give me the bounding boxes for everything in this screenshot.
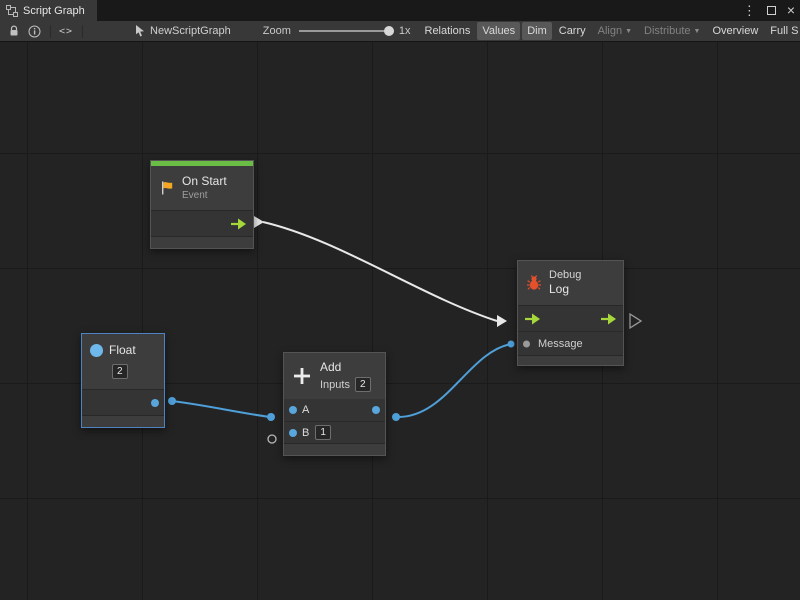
message-input-port[interactable] xyxy=(523,340,530,347)
menu-icon[interactable]: ⋮ xyxy=(743,0,756,21)
lock-icon[interactable] xyxy=(8,25,20,37)
port-b-label: B xyxy=(302,427,309,439)
plus-icon xyxy=(292,366,312,386)
inputs-count-field[interactable]: 2 xyxy=(355,377,371,392)
control-output-port-icon[interactable] xyxy=(230,218,247,230)
chevron-down-icon: ▼ xyxy=(694,28,701,35)
control-output-port-icon[interactable] xyxy=(600,313,617,325)
zoom-slider[interactable] xyxy=(299,25,394,37)
node-footer xyxy=(82,415,164,427)
graph-breadcrumb[interactable]: NewScriptGraph xyxy=(135,25,231,37)
zoom-label: Zoom xyxy=(263,25,291,37)
port-row-b: B 1 xyxy=(284,421,385,443)
tab-title: Script Graph xyxy=(23,5,85,17)
script-graph-icon xyxy=(6,5,18,17)
node-title: Add xyxy=(320,360,371,375)
port-a-label: A xyxy=(302,404,309,416)
node-footer xyxy=(284,443,385,455)
zoom-slider-handle[interactable] xyxy=(384,26,394,36)
node-title: Float xyxy=(109,343,136,358)
node-title: On Start xyxy=(182,174,227,189)
values-button[interactable]: Values xyxy=(477,22,520,40)
dim-button[interactable]: Dim xyxy=(522,22,552,40)
toolbar-divider xyxy=(82,25,83,38)
overview-button[interactable]: Overview xyxy=(707,22,763,40)
close-icon[interactable]: × xyxy=(787,0,795,21)
tab-bar: Script Graph ⋮ × xyxy=(0,0,800,21)
zoom-value: 1x xyxy=(399,25,411,37)
node-float[interactable]: Float 2 xyxy=(81,333,165,428)
distribute-label: Distribute xyxy=(644,25,690,37)
distribute-button[interactable]: Distribute ▼ xyxy=(639,22,705,40)
node-subtitle: Event xyxy=(182,189,227,202)
add-output-port[interactable] xyxy=(372,406,380,414)
flag-icon xyxy=(159,180,175,196)
float-output-port[interactable] xyxy=(151,399,159,407)
message-port-row: Message xyxy=(518,331,623,355)
align-button[interactable]: Align▼ xyxy=(593,22,637,40)
graph-canvas[interactable] xyxy=(0,42,800,600)
cursor-icon xyxy=(135,25,145,37)
code-icon[interactable]: <> xyxy=(59,26,73,37)
input-port-a[interactable] xyxy=(289,406,297,414)
inputs-label: Inputs xyxy=(320,379,350,391)
chevron-down-icon: ▼ xyxy=(625,28,632,35)
bug-icon xyxy=(526,275,542,291)
window-controls: ⋮ × xyxy=(743,0,795,21)
tab-script-graph[interactable]: Script Graph xyxy=(0,0,97,21)
float-icon xyxy=(90,344,103,357)
float-value-field[interactable]: 2 xyxy=(112,364,128,379)
node-footer xyxy=(518,355,623,365)
node-add[interactable]: Add Inputs 2 A B 1 xyxy=(283,352,386,456)
input-port-b[interactable] xyxy=(289,429,297,437)
graph-toolbar: <> NewScriptGraph Zoom 1x Relations Valu… xyxy=(0,21,800,42)
zoom-slider-track[interactable] xyxy=(299,30,394,32)
toolbar-divider xyxy=(50,25,51,38)
message-label: Message xyxy=(538,338,583,350)
graph-name: NewScriptGraph xyxy=(150,25,231,37)
relations-button[interactable]: Relations xyxy=(420,22,476,40)
fullscreen-button[interactable]: Full S xyxy=(765,22,800,40)
node-title: Log xyxy=(549,282,581,297)
port-row-a: A xyxy=(284,399,385,421)
node-debug-log[interactable]: Debug Log Message xyxy=(517,260,624,366)
maximize-icon[interactable] xyxy=(767,6,776,15)
node-subtitle: Debug xyxy=(549,269,581,282)
info-icon[interactable] xyxy=(28,25,41,38)
node-on-start[interactable]: On Start Event xyxy=(150,160,254,249)
node-footer xyxy=(151,236,253,248)
control-input-port-icon[interactable] xyxy=(524,313,541,325)
b-value-field[interactable]: 1 xyxy=(315,425,331,440)
align-label: Align xyxy=(598,25,622,37)
carry-button[interactable]: Carry xyxy=(554,22,591,40)
